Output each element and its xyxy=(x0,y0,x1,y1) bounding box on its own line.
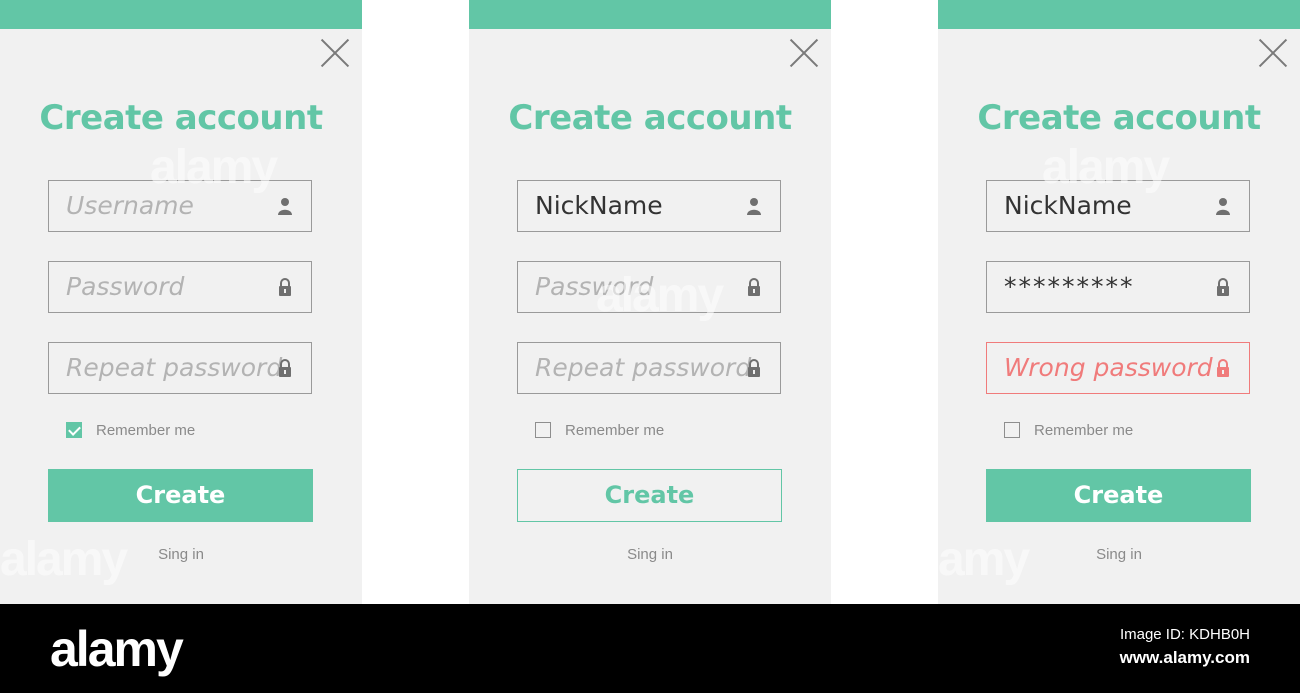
page-title: Create account xyxy=(508,98,792,138)
remember-me-label: Remember me xyxy=(1034,422,1134,439)
page-title: Create account xyxy=(39,98,323,138)
user-icon xyxy=(1216,198,1230,215)
password-field[interactable]: Password xyxy=(48,261,312,313)
password-field[interactable]: Password xyxy=(517,261,781,313)
username-field[interactable]: Username xyxy=(48,180,312,232)
lock-icon xyxy=(279,278,291,296)
page-title: Create account xyxy=(977,98,1261,138)
lock-icon xyxy=(748,359,760,377)
close-icon[interactable] xyxy=(1258,38,1288,68)
lock-icon xyxy=(279,359,291,377)
panel-top-bar xyxy=(0,0,362,29)
signup-panel-3: Create account NickName ********* Wrong … xyxy=(938,0,1300,604)
stock-footer: alamy Image ID: KDHB0H www.alamy.com xyxy=(0,604,1300,693)
password-value: ********* xyxy=(1004,272,1135,301)
remember-me-checkbox[interactable] xyxy=(66,422,82,438)
password-placeholder: Password xyxy=(66,272,185,301)
remember-me-label: Remember me xyxy=(96,422,196,439)
lock-icon xyxy=(1217,359,1229,377)
repeat-password-placeholder: Repeat password xyxy=(535,353,752,382)
close-icon[interactable] xyxy=(320,38,350,68)
create-button[interactable]: Create xyxy=(517,469,782,522)
remember-me-label: Remember me xyxy=(565,422,665,439)
panel-top-bar xyxy=(938,0,1300,29)
username-field[interactable]: NickName xyxy=(517,180,781,232)
signup-panel-2: Create account NickName Password Repeat … xyxy=(469,0,831,604)
create-button[interactable]: Create xyxy=(986,469,1251,522)
remember-me-checkbox[interactable] xyxy=(1004,422,1020,438)
close-icon[interactable] xyxy=(789,38,819,68)
alamy-logo: alamy xyxy=(50,621,184,677)
username-placeholder: Username xyxy=(66,191,194,220)
image-id: Image ID: KDHB0H xyxy=(1119,626,1250,643)
remember-me-checkbox[interactable] xyxy=(535,422,551,438)
sign-in-link[interactable]: Sing in xyxy=(469,546,831,563)
repeat-password-field[interactable]: Repeat password xyxy=(48,342,312,394)
password-placeholder: Password xyxy=(535,272,654,301)
username-field[interactable]: NickName xyxy=(986,180,1250,232)
lock-icon xyxy=(748,278,760,296)
repeat-password-error: Wrong password xyxy=(1004,353,1213,382)
repeat-password-field[interactable]: Wrong password xyxy=(986,342,1250,394)
repeat-password-field[interactable]: Repeat password xyxy=(517,342,781,394)
site-url: www.alamy.com xyxy=(1119,648,1250,667)
user-icon xyxy=(747,198,761,215)
username-value: NickName xyxy=(535,191,663,220)
sign-in-link[interactable]: Sing in xyxy=(0,546,362,563)
user-icon xyxy=(278,198,292,215)
lock-icon xyxy=(1217,278,1229,296)
panel-top-bar xyxy=(469,0,831,29)
username-value: NickName xyxy=(1004,191,1132,220)
create-button[interactable]: Create xyxy=(48,469,313,522)
sign-in-link[interactable]: Sing in xyxy=(938,546,1300,563)
password-field[interactable]: ********* xyxy=(986,261,1250,313)
signup-panel-1: Create account Username Password Repeat … xyxy=(0,0,362,604)
repeat-password-placeholder: Repeat password xyxy=(66,353,283,382)
